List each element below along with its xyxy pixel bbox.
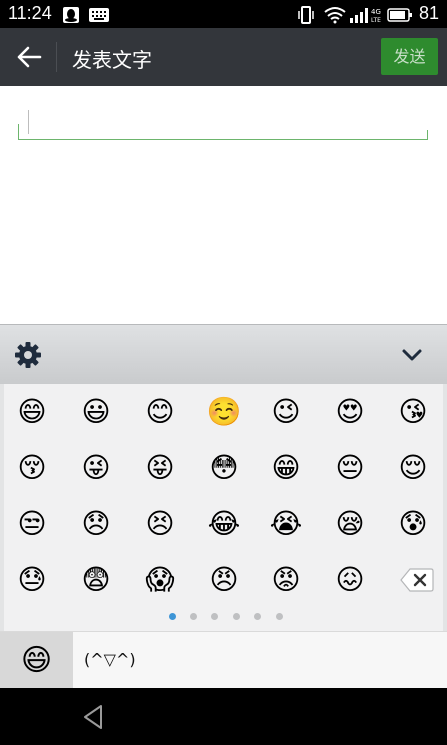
page-title: 发表文字 bbox=[72, 48, 152, 72]
toolbar-divider bbox=[56, 42, 57, 72]
send-button[interactable]: 发送 bbox=[381, 38, 438, 75]
input-edge-left bbox=[18, 124, 19, 140]
page-dot[interactable] bbox=[276, 613, 283, 620]
wifi-icon bbox=[324, 7, 346, 24]
input-edge-right bbox=[427, 130, 428, 140]
battery-level: 81 bbox=[418, 3, 439, 23]
emoji-key[interactable]: 😍 bbox=[332, 394, 368, 430]
battery-icon bbox=[387, 8, 412, 22]
chevron-down-icon[interactable] bbox=[401, 347, 423, 363]
gear-icon[interactable] bbox=[14, 341, 42, 369]
emoji-key[interactable]: ☺️ bbox=[206, 394, 242, 430]
emoji-category-bar: 😄 (^▽^) bbox=[0, 631, 447, 689]
page-dot[interactable] bbox=[211, 613, 218, 620]
emoji-key[interactable]: 😉 bbox=[268, 394, 304, 430]
svg-text:4G: 4G bbox=[371, 8, 381, 16]
text-cursor bbox=[28, 110, 29, 134]
status-bar: 11:24 4G LTE 81 bbox=[0, 0, 447, 28]
emoji-key[interactable]: 😡 bbox=[268, 562, 304, 598]
emoji-key[interactable]: 😭 bbox=[268, 506, 304, 542]
emoji-key[interactable]: 😚 bbox=[14, 450, 50, 486]
nav-back-icon[interactable] bbox=[82, 704, 104, 730]
emoji-key[interactable]: 😱 bbox=[142, 562, 178, 598]
emoji-key[interactable]: 😳 bbox=[206, 450, 242, 486]
emoji-key[interactable]: 😓 bbox=[14, 562, 50, 598]
emoji-key[interactable]: 😂 bbox=[206, 506, 242, 542]
emoji-key[interactable]: 😄 bbox=[14, 394, 50, 430]
text-input[interactable] bbox=[18, 106, 428, 140]
emoji-panel-header bbox=[0, 324, 447, 384]
emoji-key[interactable]: 😞 bbox=[78, 506, 114, 542]
emoji-key[interactable]: 😊 bbox=[142, 394, 178, 430]
page-dot[interactable] bbox=[254, 613, 261, 620]
emoji-key[interactable]: 😠 bbox=[206, 562, 242, 598]
vibrate-icon bbox=[298, 6, 314, 24]
emoji-key[interactable]: 😖 bbox=[332, 562, 368, 598]
svg-text:LTE: LTE bbox=[371, 17, 381, 24]
tab-emoji[interactable]: 😄 bbox=[0, 632, 73, 689]
emoji-key[interactable]: 😃 bbox=[78, 394, 114, 430]
emoji-key[interactable]: 😪 bbox=[332, 506, 368, 542]
emoji-key[interactable]: 😁 bbox=[268, 450, 304, 486]
emoji-key[interactable]: 😔 bbox=[332, 450, 368, 486]
emoji-key[interactable]: 😜 bbox=[78, 450, 114, 486]
signal-icon: 4G LTE bbox=[350, 8, 381, 24]
compose-area bbox=[0, 86, 447, 324]
back-arrow-icon[interactable] bbox=[16, 46, 42, 68]
system-nav-bar bbox=[0, 688, 447, 745]
emoji-key[interactable]: 😘 bbox=[395, 394, 431, 430]
status-time: 11:24 bbox=[8, 3, 52, 23]
emoji-key[interactable]: 😝 bbox=[142, 450, 178, 486]
backspace-icon[interactable] bbox=[400, 567, 434, 593]
qq-icon bbox=[63, 7, 79, 23]
page-dot[interactable] bbox=[169, 613, 176, 620]
emoji-key[interactable]: 😒 bbox=[14, 506, 50, 542]
tab-kaomoji[interactable]: (^▽^) bbox=[84, 650, 136, 669]
emoji-key[interactable]: 😌 bbox=[395, 450, 431, 486]
keyboard-icon bbox=[89, 8, 109, 22]
emoji-grid: 😄 😃 😊 ☺️ 😉 😍 😘 😚 😜 😝 😳 😁 😔 😌 😒 😞 😣 😂 😭 😪… bbox=[0, 384, 447, 631]
app-bar: 发表文字 发送 bbox=[0, 28, 447, 86]
page-dot[interactable] bbox=[190, 613, 197, 620]
emoji-key[interactable]: 😣 bbox=[142, 506, 178, 542]
page-indicator bbox=[4, 613, 443, 623]
page-dot[interactable] bbox=[233, 613, 240, 620]
emoji-key[interactable]: 😰 bbox=[395, 506, 431, 542]
emoji-key[interactable]: 😨 bbox=[78, 562, 114, 598]
